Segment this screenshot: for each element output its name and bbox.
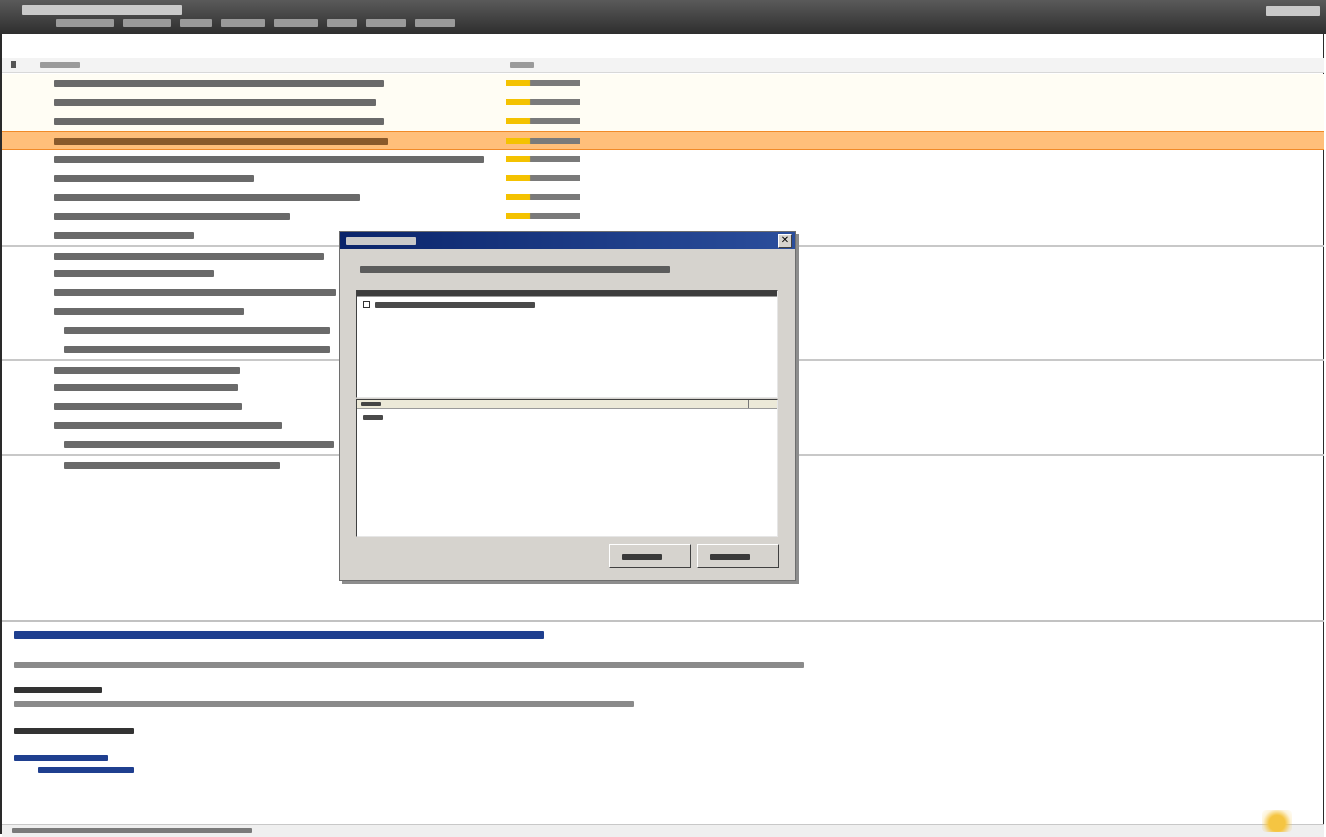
row-status-bar <box>506 80 580 86</box>
top-list-header <box>357 291 777 297</box>
table-row[interactable] <box>2 207 1324 226</box>
cancel-button[interactable] <box>697 544 779 568</box>
detail-panel <box>2 620 1324 827</box>
row-label <box>54 80 384 87</box>
row-label <box>54 99 376 106</box>
detail-label <box>14 728 134 734</box>
row-status-bar <box>506 175 580 181</box>
menu-item-6[interactable] <box>327 19 357 27</box>
row-status-bar <box>506 138 580 144</box>
bottom-list-column-label[interactable] <box>361 402 381 406</box>
ok-button[interactable] <box>609 544 691 568</box>
checkbox[interactable] <box>363 301 370 308</box>
menu-item-5[interactable] <box>274 19 318 27</box>
detail-text <box>14 701 634 707</box>
row-label <box>54 253 324 260</box>
detail-link[interactable] <box>38 767 134 773</box>
detail-label <box>14 687 102 693</box>
cancel-button-label <box>710 554 750 560</box>
expand-all-icon[interactable] <box>11 61 16 68</box>
close-icon[interactable]: ✕ <box>778 234 792 248</box>
row-label <box>54 213 290 220</box>
row-status-bar <box>506 118 580 124</box>
row-label <box>54 138 388 145</box>
ok-button-label <box>622 554 662 560</box>
detail-link[interactable] <box>14 755 108 761</box>
table-row[interactable] <box>2 188 1324 207</box>
row-label <box>54 118 384 125</box>
status-text <box>12 828 252 833</box>
row-label <box>54 270 214 277</box>
row-status-bar <box>506 99 580 105</box>
column-header <box>2 58 1324 73</box>
list-item[interactable] <box>363 301 535 308</box>
row-label <box>54 175 254 182</box>
row-label <box>54 403 242 410</box>
dialog-buttons <box>609 544 779 568</box>
menu-item-7[interactable] <box>366 19 406 27</box>
detail-description <box>14 662 804 668</box>
row-label <box>64 441 334 448</box>
dialog-bottom-list[interactable] <box>356 399 778 537</box>
menu-item-4[interactable] <box>221 19 265 27</box>
table-row[interactable] <box>2 169 1324 188</box>
dialog-top-list[interactable] <box>356 290 778 398</box>
list-item-label <box>375 301 535 308</box>
column-resize-handle[interactable] <box>748 400 749 408</box>
row-label <box>54 289 336 296</box>
menu-bar <box>56 19 455 27</box>
table-row[interactable] <box>2 112 1324 131</box>
detail-title[interactable] <box>14 631 544 639</box>
row-label <box>54 232 194 239</box>
table-row[interactable] <box>2 93 1324 112</box>
menu-item-2[interactable] <box>123 19 171 27</box>
row-label <box>64 462 280 469</box>
dialog-title-bar[interactable]: ✕ <box>340 232 795 249</box>
status-bar <box>2 824 1324 837</box>
row-label <box>54 422 282 429</box>
table-row[interactable] <box>2 150 1324 169</box>
row-label <box>54 156 484 163</box>
row-status-bar <box>506 213 580 219</box>
menu-item-3[interactable] <box>180 19 212 27</box>
table-row[interactable] <box>2 74 1324 93</box>
column-status-header[interactable] <box>510 62 534 68</box>
row-status-bar <box>506 156 580 162</box>
dialog-prompt <box>360 266 670 273</box>
row-status-bar <box>506 194 580 200</box>
row-label <box>54 384 238 391</box>
dialog-window: ✕ <box>339 231 796 581</box>
row-label <box>64 346 330 353</box>
window-title <box>22 5 182 15</box>
row-label <box>54 367 240 374</box>
row-label <box>54 194 360 201</box>
table-row-selected[interactable] <box>2 131 1324 150</box>
title-bar <box>0 0 1326 34</box>
list-item[interactable] <box>363 414 383 421</box>
user-menu[interactable] <box>1266 6 1320 16</box>
row-label <box>64 327 330 334</box>
column-name-header[interactable] <box>40 62 80 68</box>
bottom-list-header <box>357 400 777 409</box>
dialog-title <box>346 237 416 245</box>
list-item-label <box>363 415 383 420</box>
menu-item-8[interactable] <box>415 19 455 27</box>
menu-item-1[interactable] <box>56 19 114 27</box>
row-label <box>54 308 244 315</box>
notification-icon[interactable] <box>1262 810 1292 832</box>
